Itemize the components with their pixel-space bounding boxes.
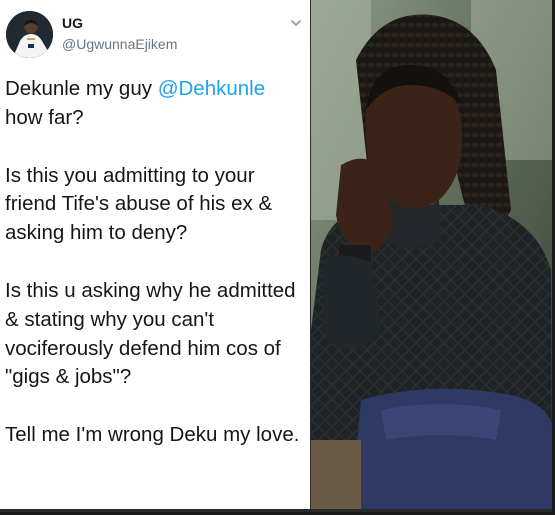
- chevron-down-icon[interactable]: [289, 16, 303, 30]
- mention-link[interactable]: @Dehkunle: [158, 77, 265, 100]
- tweet-paragraph: Is this u asking why he admitted & stati…: [5, 278, 296, 389]
- tweet-card: UG @UgwunnaEjikem Dekunle my guy @Dehkun…: [0, 0, 310, 509]
- tweet-paragraph: Dekunle my guy @Dehkunle how far?: [5, 75, 307, 133]
- avatar[interactable]: [6, 11, 53, 58]
- tweet-paragraph: Tell me I'm wrong Deku my love.: [5, 423, 300, 447]
- author-handle[interactable]: @UgwunnaEjikem: [62, 36, 177, 52]
- screenshot-frame: UG @UgwunnaEjikem Dekunle my guy @Dehkun…: [0, 0, 555, 515]
- tweet-text: Dekunle my guy @Dehkunle how far? Is thi…: [5, 75, 307, 450]
- tweet-text-segment: Dekunle my guy: [5, 77, 158, 100]
- author-display-name[interactable]: UG: [62, 15, 83, 31]
- tweet-paragraph: Is this you admitting to your friend Tif…: [5, 163, 273, 245]
- tweet-photo[interactable]: [311, 0, 552, 509]
- tweet-text-segment: how far?: [5, 105, 84, 129]
